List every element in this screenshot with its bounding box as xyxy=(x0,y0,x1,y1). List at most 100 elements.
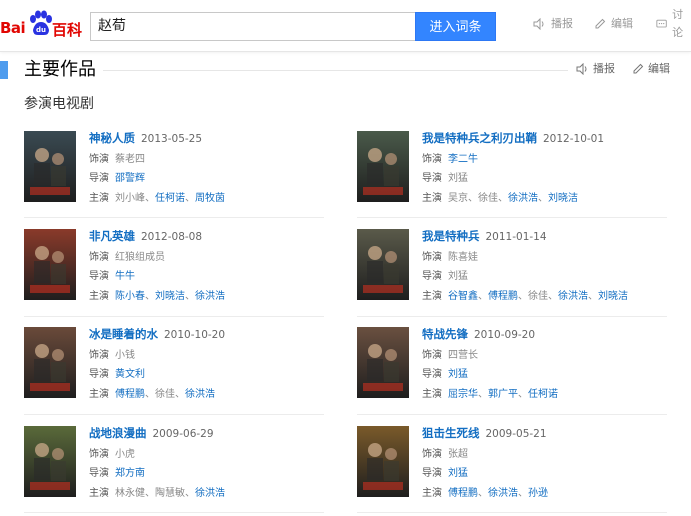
section-marker xyxy=(0,61,8,79)
cast-row-label: 主演 xyxy=(89,388,109,400)
person-link[interactable]: 孙逊 xyxy=(528,488,548,499)
header-broadcast-button[interactable]: 播报 xyxy=(533,15,573,33)
role-row: 饰演 小虎 xyxy=(89,448,324,462)
work-card: 我是特种兵 2011-01-14 饰演 陈喜娃 导演 刘猛 主演 谷智鑫、傅程鹏、徐佳、徐洪浩… xyxy=(357,229,657,305)
header-discuss-button[interactable]: 讨论 xyxy=(656,8,691,39)
poster-image[interactable] xyxy=(24,229,76,300)
role-row-label: 饰演 xyxy=(89,448,109,460)
poster-image[interactable] xyxy=(24,426,76,497)
cast-row: 主演 吴京、徐佳、徐洪浩、刘晓洁 xyxy=(422,192,578,204)
role-row-label: 饰演 xyxy=(89,349,109,361)
person-name: 刘猛 xyxy=(448,271,468,282)
tv-series-subtitle: 参演电视剧 xyxy=(24,96,94,112)
person-link[interactable]: 郭广平 xyxy=(488,389,518,400)
header-edit-button[interactable]: 编辑 xyxy=(594,15,633,33)
person-link[interactable]: 徐洪浩 xyxy=(185,389,215,400)
enter-entry-button[interactable]: 进入词条 xyxy=(415,12,496,41)
search-input[interactable]: 赵荀 xyxy=(90,12,415,41)
role-row-label: 饰演 xyxy=(422,349,442,361)
work-card: 非凡英雄 2012-08-08 饰演 红狼组成员 导演 牛牛 主演 陈小春、刘晓洁、徐洪浩 xyxy=(24,229,324,305)
person-link[interactable]: 陈小春 xyxy=(115,291,145,302)
paw-icon: du xyxy=(30,10,52,35)
person-name: 陶慧敏 xyxy=(155,487,185,499)
director-row: 导演 刘猛 xyxy=(422,467,657,481)
person-link[interactable]: 徐洪浩 xyxy=(195,291,225,302)
section-broadcast-button[interactable]: 播报 xyxy=(576,61,615,77)
work-title: 狙击生死线 xyxy=(422,426,480,440)
work-title-link[interactable]: 非凡英雄 2012-08-08 xyxy=(89,229,324,245)
role-row: 饰演 蔡老四 xyxy=(89,153,324,167)
release-date: 2009-06-29 xyxy=(152,428,214,440)
person-link[interactable]: 黄文利 xyxy=(115,369,145,380)
row-divider xyxy=(357,414,667,415)
work-card: 我是特种兵之利刃出鞘 2012-10-01 饰演 李二牛导演 刘猛主演 吴京、徐佳、徐洪浩… xyxy=(357,131,657,207)
person-link[interactable]: 傅程鹏 xyxy=(488,291,518,302)
row-divider xyxy=(24,512,324,513)
person-link[interactable]: 傅程鹏 xyxy=(115,389,145,400)
role-row: 饰演 李二牛 xyxy=(422,153,657,167)
cast-row: 主演 陈小春、刘晓洁、徐洪浩 xyxy=(89,290,225,302)
person-name: 张超 xyxy=(448,448,468,460)
work-title: 冰是睡着的水 xyxy=(89,327,158,341)
person-link[interactable]: 谷智鑫 xyxy=(448,291,478,302)
work-card: 战地浪漫曲 2009-06-29 饰演 小虎 导演 郑方南 主演 林永健、陶慧敏、徐洪浩 xyxy=(24,426,324,502)
row-divider xyxy=(24,316,324,317)
person-link[interactable]: 牛牛 xyxy=(115,271,135,282)
poster-image[interactable] xyxy=(357,229,409,300)
work-title: 特战先锋 xyxy=(422,327,468,341)
director-row-label: 导演 xyxy=(89,369,109,380)
poster-image[interactable] xyxy=(24,327,76,398)
person-link[interactable]: 郑方南 xyxy=(115,468,145,479)
person-link[interactable]: 徐洪浩 xyxy=(508,193,538,204)
role-row: 饰演 张超 xyxy=(422,448,657,462)
person-name: 红狼组成员 xyxy=(115,251,165,263)
section-edit-button[interactable]: 编辑 xyxy=(632,61,670,77)
work-title-link[interactable]: 我是特种兵之利刃出鞘 2012-10-01 xyxy=(422,131,657,147)
person-link[interactable]: 徐洪浩 xyxy=(195,488,225,499)
work-title-link[interactable]: 战地浪漫曲 2009-06-29 xyxy=(89,426,324,442)
work-title-link[interactable]: 我是特种兵 2011-01-14 xyxy=(422,229,657,245)
poster-image[interactable] xyxy=(24,131,76,202)
release-date: 2011-01-14 xyxy=(485,231,547,243)
person-link[interactable]: 邵警辉 xyxy=(115,173,145,184)
role-row: 饰演 陈喜娃 xyxy=(422,251,657,265)
section-title: 主要作品 xyxy=(24,59,96,80)
role-row: 饰演 红狼组成员 xyxy=(89,251,324,265)
cast-row: 主演 刘小峰、任柯诺、周牧茵 xyxy=(89,192,225,204)
person-link[interactable]: 刘晓洁 xyxy=(548,193,578,204)
person-link[interactable]: 徐洪浩 xyxy=(488,488,518,499)
person-link[interactable]: 徐洪浩 xyxy=(558,291,588,302)
person-name: 刘猛 xyxy=(448,173,468,184)
cast-row: 主演 傅程鹏、徐洪浩、孙逊 xyxy=(422,487,548,499)
person-link[interactable]: 刘晓洁 xyxy=(598,291,628,302)
role-row-label: 饰演 xyxy=(422,153,442,165)
cast-row-label: 主演 xyxy=(422,290,442,302)
poster-image[interactable] xyxy=(357,131,409,202)
poster-image[interactable] xyxy=(357,426,409,497)
person-link[interactable]: 周牧茵 xyxy=(195,193,225,204)
director-row: 导演 刘猛 xyxy=(422,172,657,186)
person-link[interactable]: 屈宗华 xyxy=(448,389,478,400)
work-title: 我是特种兵之利刃出鞘 xyxy=(422,131,537,145)
work-title-link[interactable]: 神秘人质 2013-05-25 xyxy=(89,131,324,147)
director-row: 导演 邵警辉 xyxy=(89,172,324,186)
poster-image[interactable] xyxy=(357,327,409,398)
role-row-label: 饰演 xyxy=(89,251,109,263)
director-row: 导演 刘猛 xyxy=(422,270,657,284)
person-name: 徐佳 xyxy=(528,290,548,302)
work-title-link[interactable]: 冰是睡着的水 2010-10-20 xyxy=(89,327,324,343)
baidu-baike-logo[interactable]: Bai du 百科 xyxy=(0,10,84,40)
person-link[interactable]: 任柯诺 xyxy=(528,389,558,400)
person-link[interactable]: 刘猛 xyxy=(448,468,468,479)
person-link[interactable]: 任柯诺 xyxy=(155,193,185,204)
work-title-link[interactable]: 狙击生死线 2009-05-21 xyxy=(422,426,657,442)
person-link[interactable]: 李二牛 xyxy=(448,154,478,165)
work-title: 神秘人质 xyxy=(89,131,135,145)
person-link[interactable]: 刘猛 xyxy=(448,369,468,380)
person-link[interactable]: 傅程鹏 xyxy=(448,488,478,499)
person-link[interactable]: 刘晓洁 xyxy=(155,291,185,302)
release-date: 2010-09-20 xyxy=(474,329,536,341)
work-title-link[interactable]: 特战先锋 2010-09-20 xyxy=(422,327,657,343)
role-row: 饰演 四营长 xyxy=(422,349,657,363)
release-date: 2010-10-20 xyxy=(164,329,226,341)
